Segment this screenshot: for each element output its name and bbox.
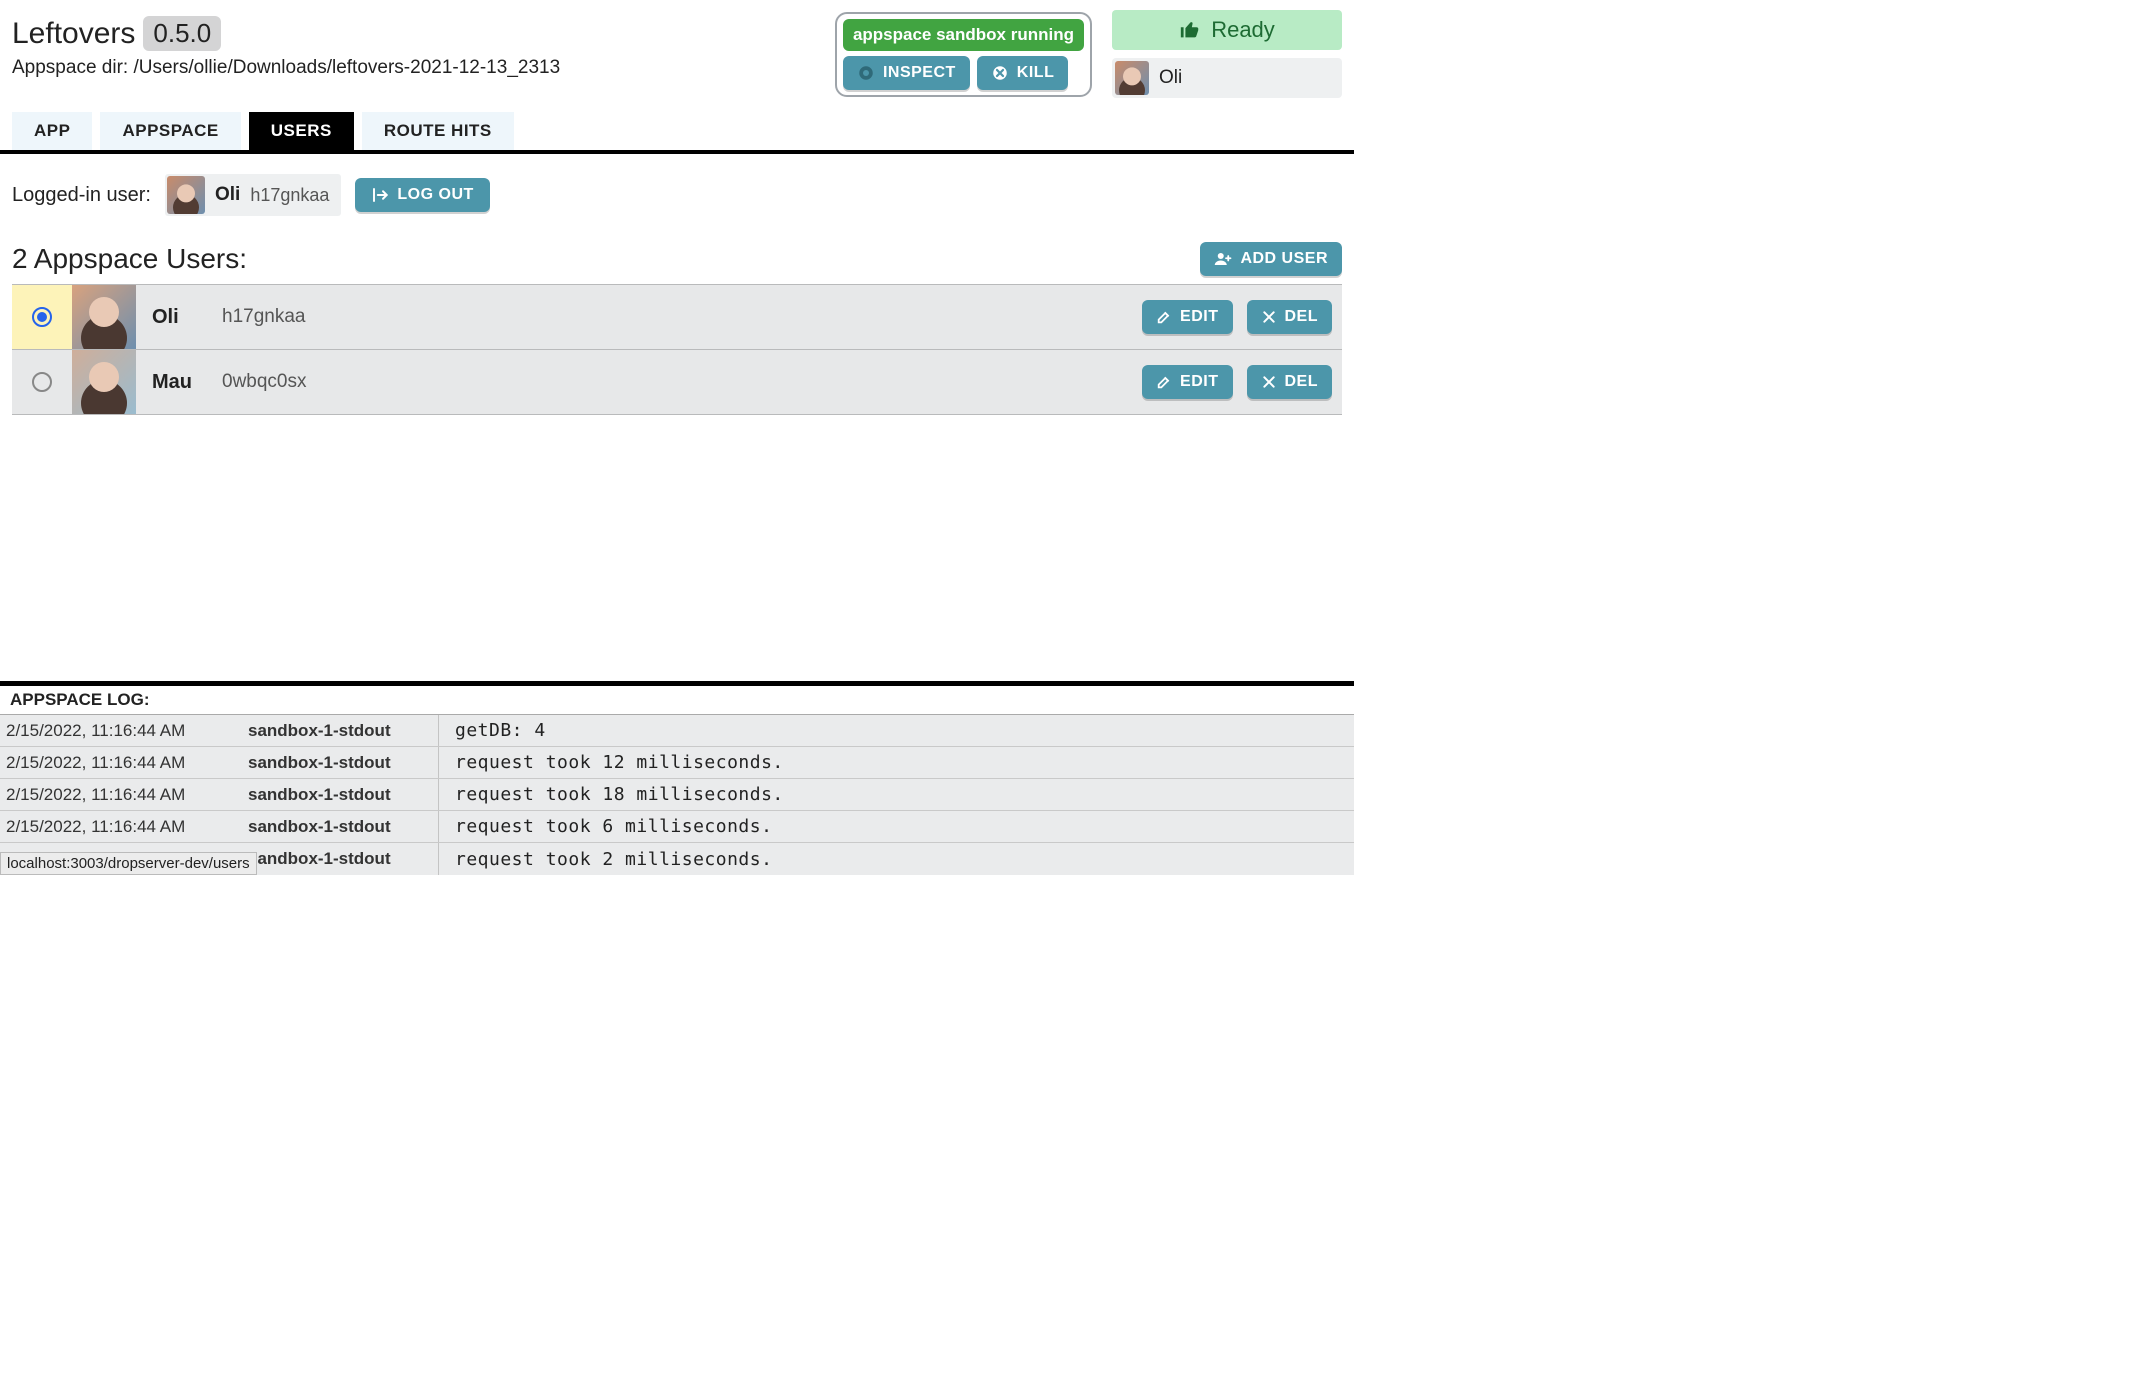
thumbs-up-icon (1179, 19, 1201, 41)
log-src: sandbox-1-stdout (248, 817, 438, 837)
target-icon (857, 64, 875, 82)
user-row-id: 0wbqc0sx (222, 371, 307, 393)
appspace-dir: Appspace dir: /Users/ollie/Downloads/lef… (12, 57, 815, 79)
edit-label: EDIT (1180, 373, 1218, 391)
add-user-label: ADD USER (1240, 250, 1328, 268)
close-icon (1261, 374, 1277, 390)
log-msg: request took 6 milliseconds. (439, 816, 772, 837)
close-icon (1261, 309, 1277, 325)
log-ts: 2/15/2022, 11:16:44 AM (0, 753, 248, 773)
logout-icon (371, 186, 389, 204)
edit-icon (1156, 309, 1172, 325)
appspace-dir-label: Appspace dir: (12, 57, 128, 78)
current-user-pill[interactable]: Oli (1112, 58, 1342, 98)
user-row: Mau 0wbqc0sx EDIT DEL (12, 350, 1342, 415)
log-row: 2/15/2022, 11:16:44 AM sandbox-1-stdout … (0, 779, 1354, 811)
user-row: Oli h17gnkaa EDIT DEL (12, 285, 1342, 350)
log-src: sandbox-1-stdout (248, 721, 438, 741)
tab-app[interactable]: APP (12, 112, 92, 150)
log-src: sandbox-1-stdout (248, 849, 438, 869)
user-plus-icon (1214, 250, 1232, 268)
ready-label: Ready (1211, 17, 1275, 43)
inspect-label: INSPECT (883, 64, 956, 82)
edit-icon (1156, 374, 1172, 390)
inspect-button[interactable]: INSPECT (843, 56, 970, 90)
logged-in-label: Logged-in user: (12, 184, 151, 207)
add-user-button[interactable]: ADD USER (1200, 242, 1342, 276)
tab-appspace[interactable]: APPSPACE (100, 112, 240, 150)
user-row-name: Oli (152, 306, 202, 329)
log-header: APPSPACE LOG: (0, 686, 1354, 715)
user-row-name: Mau (152, 371, 202, 394)
user-row-id: h17gnkaa (222, 306, 305, 328)
appspace-dir-path: /Users/ollie/Downloads/leftovers-2021-12… (133, 57, 560, 78)
avatar (167, 176, 205, 214)
log-msg: request took 2 milliseconds. (439, 849, 772, 870)
app-title: Leftovers (12, 17, 135, 51)
ready-status: Ready (1112, 10, 1342, 50)
current-user-name: Oli (1159, 67, 1182, 89)
log-ts: 2/15/2022, 11:16:44 AM (0, 817, 248, 837)
log-msg: request took 18 milliseconds. (439, 784, 784, 805)
user-list: Oli h17gnkaa EDIT DEL (12, 284, 1342, 415)
avatar (72, 350, 136, 414)
version-chip: 0.5.0 (143, 16, 221, 51)
log-row: 2/15/2022, 11:16:44 AM sandbox-1-stdout … (0, 747, 1354, 779)
status-bar-url: localhost:3003/dropserver-dev/users (0, 852, 257, 875)
log-row: 2/15/2022, 11:16:44 AM sandbox-1-stdout … (0, 811, 1354, 843)
edit-user-button[interactable]: EDIT (1142, 300, 1232, 334)
logged-in-name: Oli (215, 184, 240, 206)
user-select-radio[interactable] (12, 350, 72, 414)
del-label: DEL (1285, 308, 1319, 326)
appspace-log: APPSPACE LOG: 2/15/2022, 11:16:44 AM san… (0, 681, 1354, 875)
log-ts: 2/15/2022, 11:16:44 AM (0, 721, 248, 741)
logged-in-id: h17gnkaa (250, 185, 329, 206)
log-msg: getDB: 4 (439, 720, 546, 741)
users-section-title: 2 Appspace Users: (12, 243, 247, 275)
avatar (1115, 61, 1149, 95)
kill-button[interactable]: KILL (977, 56, 1069, 90)
log-src: sandbox-1-stdout (248, 753, 438, 773)
logged-in-chip: Oli h17gnkaa (165, 174, 341, 216)
delete-user-button[interactable]: DEL (1247, 365, 1333, 399)
kill-label: KILL (1017, 64, 1055, 82)
delete-user-button[interactable]: DEL (1247, 300, 1333, 334)
log-row: 2/15/2022, 11:16:44 AM sandbox-1-stdout … (0, 715, 1354, 747)
tab-route-hits[interactable]: ROUTE HITS (362, 112, 514, 150)
tab-bar: APP APPSPACE USERS ROUTE HITS (12, 112, 1354, 150)
user-select-radio[interactable] (12, 285, 72, 349)
edit-label: EDIT (1180, 308, 1218, 326)
sandbox-status: appspace sandbox running (843, 19, 1084, 51)
log-src: sandbox-1-stdout (248, 785, 438, 805)
logout-button[interactable]: LOG OUT (355, 178, 489, 212)
tab-users[interactable]: USERS (249, 112, 354, 150)
del-label: DEL (1285, 373, 1319, 391)
logout-label: LOG OUT (397, 186, 473, 204)
avatar (72, 285, 136, 349)
sandbox-panel: appspace sandbox running INSPECT KILL (835, 12, 1092, 97)
log-msg: request took 12 milliseconds. (439, 752, 784, 773)
close-circle-icon (991, 64, 1009, 82)
log-ts: 2/15/2022, 11:16:44 AM (0, 785, 248, 805)
edit-user-button[interactable]: EDIT (1142, 365, 1232, 399)
